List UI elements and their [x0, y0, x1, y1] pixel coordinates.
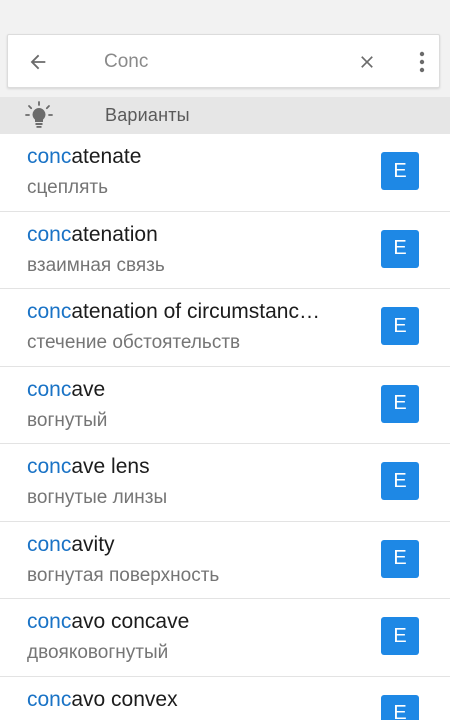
word-match-prefix: conc	[27, 610, 72, 633]
list-item[interactable]: concave lens вогнутые линзы E	[0, 444, 450, 522]
result-translation: двояковогнутый	[27, 642, 169, 663]
word-rest: atenation of circumstanc…	[71, 300, 320, 323]
dictionary-badge: E	[381, 617, 419, 655]
result-translation: стечение обстоятельств	[27, 332, 241, 353]
result-word: concatenation of circumstanc…	[27, 300, 367, 324]
list-item[interactable]: concave вогнутый E	[0, 366, 450, 444]
back-button[interactable]	[24, 48, 52, 76]
word-match-prefix: conc	[27, 222, 72, 246]
dictionary-badge: E	[381, 229, 419, 268]
lightbulb-icon	[25, 101, 53, 128]
list-item[interactable]: concatenate сцеплять E	[0, 134, 450, 212]
result-word: concavity	[27, 533, 367, 557]
result-translation: вогнутая поверхность	[27, 564, 220, 586]
result-translation: сцеплять	[27, 177, 109, 198]
result-word: concave	[27, 378, 367, 402]
results-list: concatenate сцеплять E concatenation вза…	[0, 134, 450, 720]
word-match-prefix: conc	[27, 687, 72, 711]
word-match-prefix: conc	[27, 300, 72, 323]
list-item[interactable]: concatenation взаимная связь E	[0, 211, 450, 289]
word-rest: avo convex	[71, 687, 178, 711]
top-bar	[0, 0, 450, 97]
dictionary-badge: E	[381, 384, 419, 423]
result-translation: вогнутый	[27, 409, 108, 431]
dictionary-badge: E	[381, 307, 419, 345]
list-item[interactable]: concatenation of circumstanc… стечение о…	[0, 289, 450, 367]
dictionary-badge: E	[381, 539, 419, 578]
dictionary-badge: E	[381, 462, 419, 500]
word-rest: ave lens	[71, 455, 150, 478]
search-bar	[7, 34, 440, 88]
list-item[interactable]: concavo concave двояковогнутый E	[0, 599, 450, 677]
word-rest: atenate	[71, 145, 142, 168]
suggestions-header: Варианты	[0, 97, 450, 134]
search-input[interactable]	[104, 47, 344, 77]
more-options-button[interactable]	[410, 48, 434, 76]
result-word: concave lens	[27, 455, 367, 479]
close-icon	[361, 56, 373, 68]
list-item[interactable]: concavo convex E	[0, 676, 450, 720]
arrow-left-icon	[30, 54, 46, 70]
word-match-prefix: conc	[27, 145, 72, 168]
clear-button[interactable]	[353, 48, 381, 76]
word-match-prefix: conc	[27, 455, 72, 478]
word-rest: avity	[71, 532, 115, 556]
suggestions-label: Варианты	[105, 105, 190, 125]
dictionary-badge: E	[381, 152, 419, 190]
word-rest: atenation	[71, 222, 158, 246]
list-item[interactable]: concavity вогнутая поверхность E	[0, 521, 450, 599]
result-translation: вогнутые линзы	[27, 487, 168, 508]
word-match-prefix: conc	[27, 377, 72, 401]
result-word: concatenate	[27, 145, 367, 169]
result-word: concavo concave	[27, 610, 367, 634]
word-rest: avo concave	[71, 610, 190, 633]
word-rest: ave	[71, 377, 106, 401]
result-translation: взаимная связь	[27, 254, 165, 276]
dictionary-badge: E	[381, 694, 419, 720]
result-word: concavo convex	[27, 688, 367, 712]
more-vertical-icon	[419, 51, 425, 73]
result-word: concatenation	[27, 223, 367, 247]
word-match-prefix: conc	[27, 532, 72, 556]
